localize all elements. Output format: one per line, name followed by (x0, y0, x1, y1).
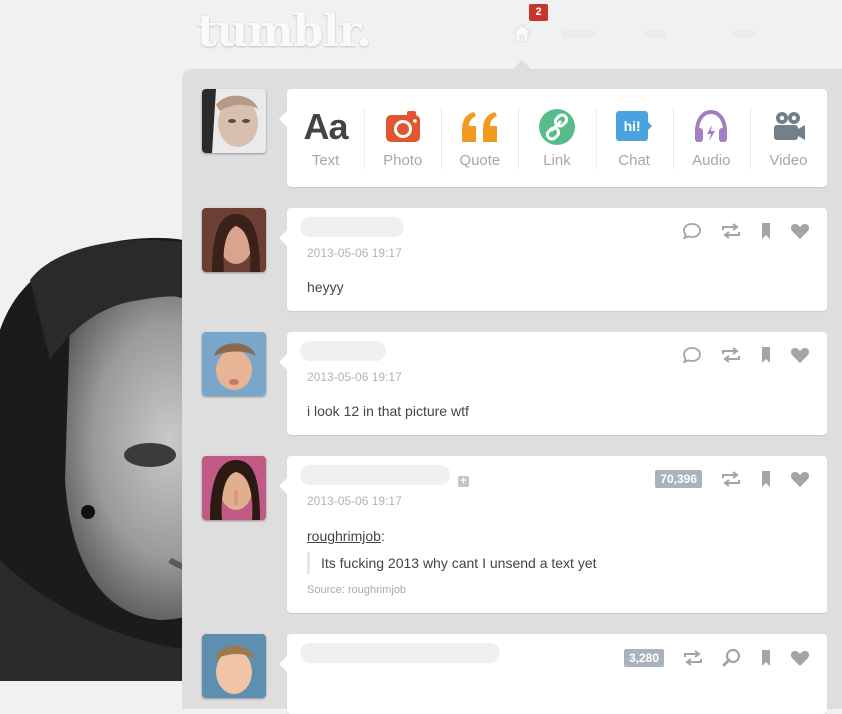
reblog-icon[interactable] (720, 470, 742, 488)
chat-icon: hi! (616, 111, 653, 141)
post-type-quote[interactable]: Quote (441, 89, 518, 187)
reblog-source-link[interactable]: roughrimjob: (307, 528, 385, 544)
note-count[interactable]: 3,280 (623, 649, 664, 667)
post-type-photo[interactable]: Photo (364, 89, 441, 187)
camera-icon (385, 111, 420, 142)
reblog-icon[interactable] (720, 346, 742, 364)
post-avatar[interactable] (202, 634, 266, 698)
bookmark-icon[interactable] (760, 222, 772, 240)
post-type-label: Photo (383, 152, 423, 169)
post-timestamp[interactable]: 2013-05-06 19:17 (307, 370, 402, 384)
post-type-label: Text (311, 152, 340, 169)
post-type-label: Chat (618, 152, 650, 169)
post-timestamp[interactable]: 2013-05-06 19:17 (307, 494, 402, 508)
tumblr-logo[interactable]: tumblr. (197, 6, 372, 57)
post-type-text[interactable]: Aa Text (287, 89, 364, 187)
reply-icon[interactable] (682, 222, 702, 240)
headphones-icon (695, 109, 728, 142)
note-count[interactable]: 70,396 (655, 470, 702, 488)
post-type-bar: Aa Text Photo Quote Link hi! Chat Audio … (279, 89, 827, 187)
blog-name-blurred[interactable] (300, 643, 500, 663)
home-icon[interactable] (511, 22, 533, 44)
post-type-video[interactable]: Video (749, 89, 827, 187)
post-card: 2013-05-06 19:17 i look 12 in that pictu… (279, 332, 827, 435)
post-type-label: Quote (459, 152, 501, 169)
follow-plus-icon[interactable]: + (458, 476, 469, 487)
post-actions: 70,396 (637, 470, 810, 488)
reply-icon[interactable] (682, 346, 702, 364)
post-avatar[interactable] (202, 456, 266, 520)
reblog-icon[interactable] (682, 649, 704, 667)
like-heart-icon[interactable] (790, 222, 810, 240)
notification-badge[interactable]: 2 (529, 4, 548, 21)
post-type-label: Link (543, 152, 571, 169)
user-avatar[interactable] (202, 89, 266, 153)
post-body: heyyy (307, 279, 344, 295)
post-avatar[interactable] (202, 208, 266, 272)
bookmark-icon[interactable] (760, 470, 772, 488)
post-type-audio[interactable]: Audio (672, 89, 750, 187)
post-card: + 2013-05-06 19:17 roughrimjob: Its fuck… (279, 456, 827, 613)
text-aa-icon: Aa (303, 106, 349, 147)
reblog-icon[interactable] (720, 222, 742, 240)
dashboard-pointer (512, 60, 532, 70)
post-avatar[interactable] (202, 332, 266, 396)
nav-item-faint[interactable] (562, 30, 596, 38)
post-type-link[interactable]: Link (518, 89, 595, 187)
search-icon[interactable] (722, 648, 742, 668)
like-heart-icon[interactable] (790, 649, 810, 667)
post-actions (664, 222, 810, 240)
post-source[interactable]: Source: roughrimjob (307, 584, 406, 596)
post-actions: 3,280 (606, 648, 810, 668)
link-icon (538, 109, 575, 145)
video-camera-icon (774, 112, 806, 140)
post-actions (664, 346, 810, 364)
post-body: i look 12 in that picture wtf (307, 403, 469, 419)
post-type-chat[interactable]: hi! Chat (595, 89, 673, 187)
post-timestamp[interactable]: 2013-05-06 19:17 (307, 246, 402, 260)
bookmark-icon[interactable] (760, 649, 772, 667)
like-heart-icon[interactable] (790, 346, 810, 364)
bookmark-icon[interactable] (760, 346, 772, 364)
blog-name-blurred[interactable] (300, 341, 386, 361)
post-card: 2013-05-06 19:17 heyyy (279, 208, 827, 311)
post-card: 3,280 (279, 634, 827, 714)
nav-item-faint[interactable] (732, 30, 756, 38)
blog-name-blurred[interactable] (300, 217, 404, 237)
like-heart-icon[interactable] (790, 470, 810, 488)
post-type-label: Video (769, 152, 808, 169)
blog-name-blurred[interactable] (300, 465, 450, 485)
quote-icon (461, 112, 497, 142)
post-type-label: Audio (692, 152, 731, 169)
reblog-quote: Its fucking 2013 why cant I unsend a tex… (307, 552, 597, 574)
nav-item-faint[interactable] (644, 30, 666, 38)
